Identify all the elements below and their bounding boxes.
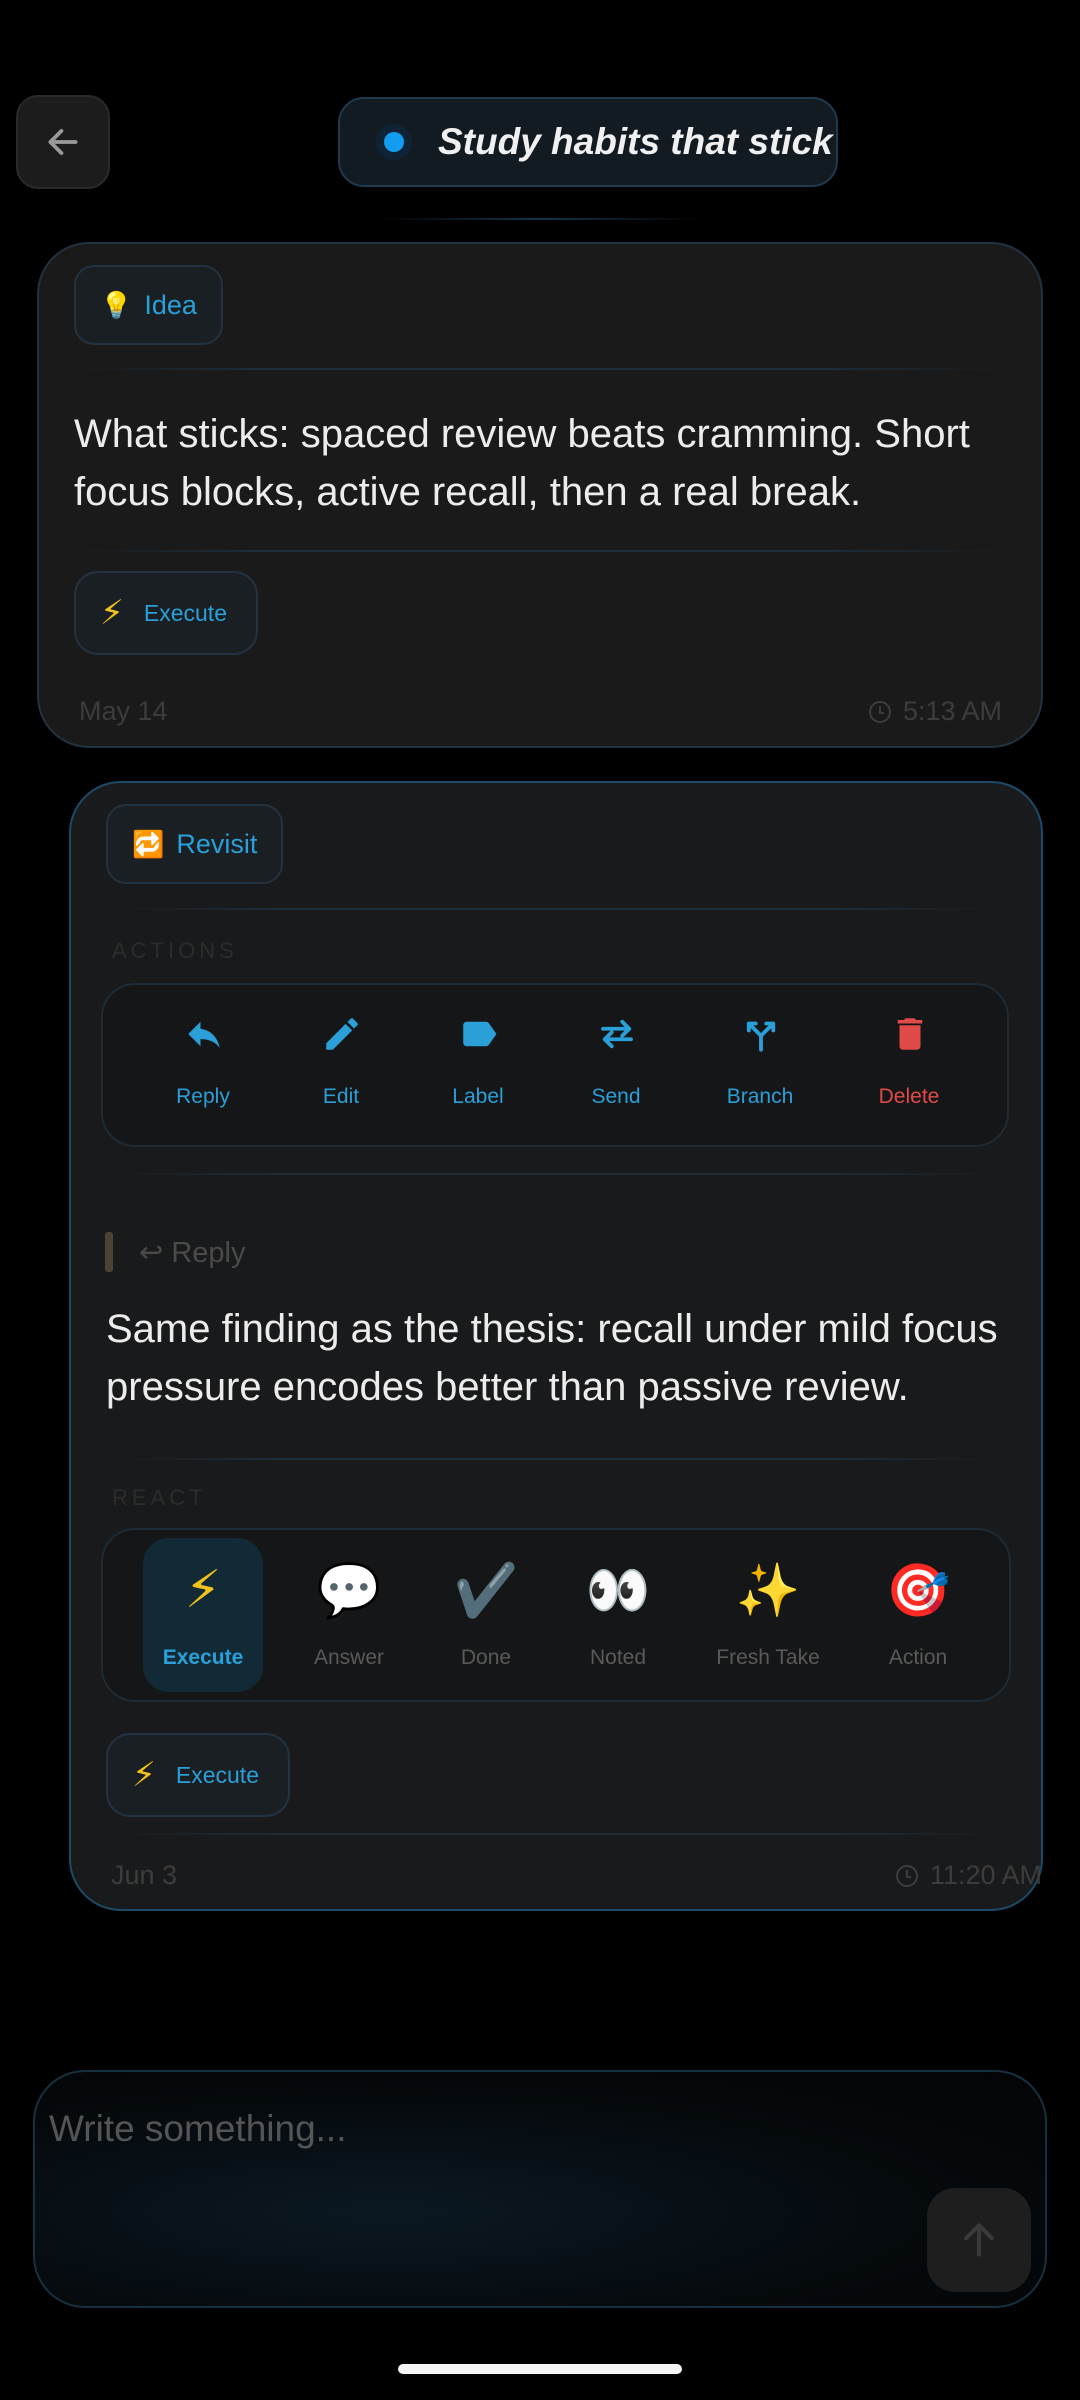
actions-section-label: ACTIONS	[112, 938, 238, 963]
clock-icon	[895, 1864, 918, 1887]
reaction-label: Answer	[313, 1646, 385, 1669]
reaction-label: Fresh Take	[716, 1646, 820, 1669]
divider	[106, 1833, 1006, 1835]
action-label: Reply	[176, 1085, 230, 1108]
pencil-icon	[326, 1018, 358, 1050]
speech-bubble-icon: 💬	[316, 1562, 382, 1620]
target-icon: 🎯	[885, 1562, 951, 1620]
tag-label: Revisit	[176, 828, 258, 859]
reaction-action[interactable]: 🎯 Action	[858, 1538, 978, 1692]
execute-label: Execute	[143, 599, 227, 626]
divider	[74, 550, 1006, 552]
trash-icon	[897, 1018, 923, 1050]
actions-panel: Reply Edit Label Send Branch Delete	[101, 983, 1009, 1147]
message-input[interactable]: Write something...	[49, 2108, 346, 2150]
home-indicator[interactable]	[398, 2364, 682, 2374]
reply-reference[interactable]: ↩ Reply	[105, 1232, 246, 1272]
conversation-title-pill[interactable]: Study habits that stick	[338, 97, 838, 187]
branch-action[interactable]: Branch	[700, 985, 820, 1149]
reaction-execute[interactable]: ⚡ Execute	[143, 1538, 263, 1692]
reaction-fresh-take[interactable]: ✨ Fresh Take	[708, 1538, 828, 1692]
reaction-answer[interactable]: 💬 Answer	[289, 1538, 409, 1692]
reaction-label: Noted	[589, 1646, 647, 1669]
action-label: Branch	[726, 1085, 794, 1108]
conversation-title: Study habits that stick	[438, 121, 833, 162]
message-composer[interactable]: Write something...	[33, 2070, 1047, 2308]
divider	[106, 1173, 1006, 1175]
label-icon	[463, 1021, 497, 1047]
quote-bar	[105, 1232, 113, 1272]
message-text: What sticks: spaced review beats crammin…	[74, 412, 970, 514]
repeat-icon: 🔁	[132, 828, 165, 859]
time-label: 5:13 AM	[902, 696, 1002, 726]
message-time: 11:20 AM	[895, 1860, 1042, 1891]
check-mark-icon: ✔️	[453, 1562, 519, 1620]
arrow-left-icon	[48, 129, 78, 155]
action-label: Delete	[878, 1085, 940, 1108]
clock-icon	[868, 700, 891, 723]
reaction-label: Execute	[162, 1646, 244, 1669]
message-text: Same finding as the thesis: recall under…	[106, 1307, 998, 1409]
lightning-icon: ⚡	[100, 594, 124, 632]
edit-action[interactable]: Edit	[281, 985, 401, 1149]
status-dot-icon	[376, 124, 412, 160]
divider	[106, 1458, 1006, 1460]
action-label: Edit	[322, 1085, 360, 1108]
sparkles-icon: ✨	[735, 1562, 801, 1620]
arrow-up-icon	[964, 2223, 994, 2257]
label-action[interactable]: Label	[418, 985, 538, 1149]
message-date: May 14	[79, 696, 168, 726]
reply-reference-label: ↩ Reply	[139, 1236, 246, 1269]
lightning-icon: ⚡	[184, 1561, 222, 1619]
eyes-icon: 👀	[585, 1562, 651, 1620]
lightning-icon: ⚡	[132, 1756, 156, 1794]
reactions-panel: ⚡ Execute 💬 Answer ✔️ Done 👀 Noted ✨ Fre…	[101, 1528, 1011, 1702]
header-divider	[380, 218, 700, 220]
reply-action[interactable]: Reply	[143, 985, 263, 1149]
message-time: 5:13 AM	[868, 696, 1002, 727]
send-action[interactable]: Send	[556, 985, 676, 1149]
reply-icon	[188, 1021, 220, 1048]
lightbulb-icon: 💡	[100, 289, 133, 320]
time-label: 11:20 AM	[929, 1860, 1042, 1890]
back-button[interactable]	[16, 95, 110, 189]
send-button[interactable]	[927, 2188, 1031, 2292]
divider	[74, 368, 1006, 370]
message-date: Jun 3	[111, 1860, 178, 1890]
reaction-done[interactable]: ✔️ Done	[426, 1538, 546, 1692]
execute-button[interactable]: ⚡ Execute	[106, 1733, 290, 1817]
reaction-label: Done	[460, 1646, 512, 1669]
divider	[106, 908, 1006, 910]
branch-icon	[746, 1021, 776, 1052]
reaction-label: Action	[888, 1646, 948, 1669]
react-section-label: REACT	[112, 1485, 207, 1510]
revisit-tag[interactable]: 🔁 Revisit	[106, 804, 284, 884]
idea-tag[interactable]: 💡 Idea	[74, 265, 223, 345]
action-label: Send	[591, 1085, 641, 1108]
execute-label: Execute	[175, 1761, 259, 1788]
reaction-noted[interactable]: 👀 Noted	[558, 1538, 678, 1692]
execute-button[interactable]: ⚡ Execute	[74, 571, 258, 655]
swap-arrows-icon	[601, 1019, 633, 1049]
delete-action[interactable]: Delete	[849, 985, 969, 1149]
tag-label: Idea	[144, 289, 197, 320]
action-label: Label	[452, 1085, 504, 1108]
